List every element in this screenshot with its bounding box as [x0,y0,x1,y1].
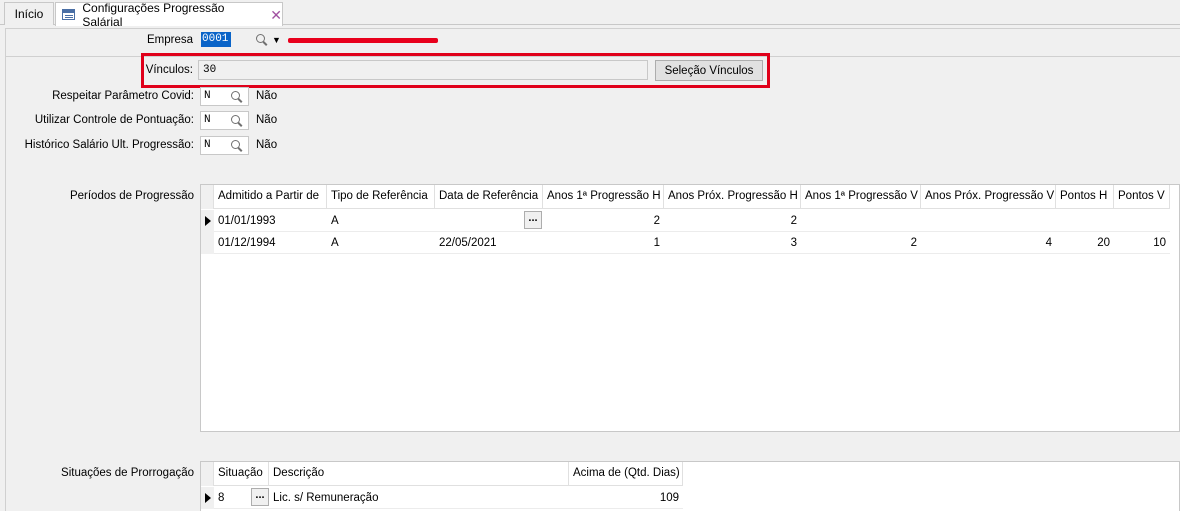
table-cell[interactable]: 20 [1056,232,1114,254]
periodos-label: Períodos de Progressão [69,190,194,202]
table-cell[interactable]: 109 [569,487,683,509]
historico-input[interactable]: N [200,136,249,155]
window-icon [62,9,76,20]
column-header[interactable]: Anos Próx. Progressão H [664,185,801,209]
tab-configuracoes-label: Configurações Progressão Salárial [82,0,225,29]
situacoes-grid-header: Situação Descrição Acima de (Qtd. Dias) [201,462,683,486]
current-row-icon [205,216,211,226]
table-row[interactable]: 01/01/1993 A 2 2 ... [201,210,1170,232]
pontuacao-value: N [204,114,211,126]
covid-value: N [204,90,211,102]
table-cell[interactable]: 1 [543,232,664,254]
table-cell[interactable] [1056,210,1114,232]
empresa-input[interactable]: 0001 [201,32,231,47]
periodos-grid[interactable]: Admitido a Partir de Tipo de Referência … [200,184,1180,432]
table-cell[interactable]: 2 [543,210,664,232]
redaction-mark [288,38,438,43]
column-header[interactable]: Anos Próx. Progressão V [921,185,1056,209]
tab-configuracoes[interactable]: Configurações Progressão Salárial ✕ [55,0,283,29]
grid-header-indicator [201,462,214,486]
historico-value: N [204,139,211,151]
row-indicator [201,210,214,232]
table-cell[interactable]: 01/12/1994 [214,232,327,254]
historico-label: Histórico Salário Ult. Progressão: [24,139,194,151]
covid-search-icon[interactable] [231,91,243,103]
row-indicator [201,487,214,509]
historico-text: Não [256,139,278,151]
table-cell[interactable]: A [327,232,435,254]
column-header[interactable]: Anos 1ª Progressão V [801,185,921,209]
covid-label: Respeitar Parâmetro Covid: [52,90,194,102]
column-header[interactable]: Situação [214,462,269,486]
current-row-icon [205,493,211,503]
close-tab-icon[interactable]: ✕ [270,8,282,22]
vinculos-field[interactable]: 30 [198,60,648,80]
pontuacao-input[interactable]: N [200,111,249,130]
table-cell[interactable]: 2 [801,232,921,254]
table-cell[interactable]: Lic. s/ Remuneração [269,487,569,509]
empresa-label: Empresa [146,34,193,46]
column-header[interactable]: Data de Referência [435,185,543,209]
pontuacao-label: Utilizar Controle de Pontuação: [34,114,194,126]
column-header[interactable]: Pontos H [1056,185,1114,209]
column-header[interactable]: Descrição [269,462,569,486]
table-row[interactable]: 8 Lic. s/ Remuneração 109 ... [201,487,683,509]
situacoes-label: Situações de Prorrogação [61,467,194,479]
column-header[interactable]: Pontos V [1114,185,1170,209]
pontuacao-text: Não [256,114,278,126]
periodos-grid-header: Admitido a Partir de Tipo de Referência … [201,185,1170,209]
data-referencia-lookup-button[interactable]: ... [524,211,542,229]
table-cell[interactable]: 2 [664,210,801,232]
table-cell[interactable]: A [327,210,435,232]
table-cell[interactable] [801,210,921,232]
grid-header-indicator [201,185,214,209]
empresa-search-icon[interactable] [256,34,268,46]
vinculos-label: Vínculos: [145,64,193,76]
column-header[interactable]: Tipo de Referência [327,185,435,209]
table-row[interactable]: 01/12/1994 A 22/05/2021 1 3 2 4 20 10 [201,232,1170,254]
covid-text: Não [256,90,278,102]
table-cell[interactable]: 4 [921,232,1056,254]
column-header[interactable]: Anos 1ª Progressão H [543,185,664,209]
table-cell[interactable] [1114,210,1170,232]
selecao-vinculos-button[interactable]: Seleção Vínculos [655,60,763,81]
column-header[interactable]: Admitido a Partir de [214,185,327,209]
table-cell[interactable]: 3 [664,232,801,254]
covid-input[interactable]: N [200,87,249,106]
situacao-lookup-button[interactable]: ... [251,488,269,506]
empresa-dropdown-icon[interactable]: ▼ [272,35,281,45]
table-cell[interactable]: 10 [1114,232,1170,254]
table-cell[interactable]: 22/05/2021 [435,232,543,254]
pontuacao-search-icon[interactable] [231,115,243,127]
column-header[interactable]: Acima de (Qtd. Dias) [569,462,683,486]
tab-inicio-label: Início [14,7,44,21]
table-cell[interactable]: 01/01/1993 [214,210,327,232]
situacoes-grid[interactable]: Situação Descrição Acima de (Qtd. Dias) … [200,461,1180,511]
historico-search-icon[interactable] [231,140,243,152]
row-indicator [201,232,214,254]
tab-inicio[interactable]: Início [4,2,54,25]
table-cell[interactable] [921,210,1056,232]
